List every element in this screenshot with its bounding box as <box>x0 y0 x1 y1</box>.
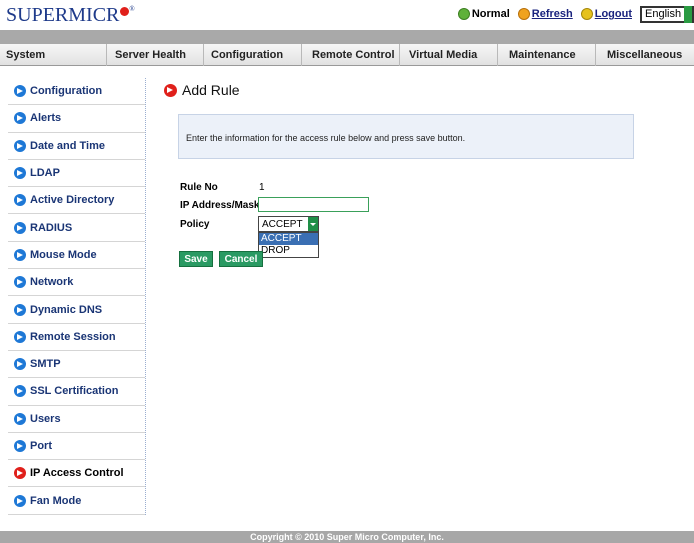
sidebar-item-smtp[interactable]: SMTP <box>8 351 145 379</box>
page-title: Add Rule <box>164 82 240 98</box>
menu-virtual-media[interactable]: Virtual Media <box>399 44 497 66</box>
arrow-right-icon <box>14 112 26 125</box>
logout-link[interactable]: Logout <box>580 8 632 20</box>
sidebar: Configuration Alerts Date and Time LDAP … <box>8 78 146 515</box>
sidebar-item-ldap[interactable]: LDAP <box>8 160 145 188</box>
sidebar-item-network[interactable]: Network <box>8 269 145 297</box>
arrow-right-icon <box>164 83 177 97</box>
policy-label: Policy <box>180 219 210 230</box>
policy-option-drop[interactable]: DROP <box>259 245 318 257</box>
policy-options-list: ACCEPT DROP <box>258 232 319 258</box>
menu-miscellaneous[interactable]: Miscellaneous <box>595 44 694 66</box>
info-text: Enter the information for the access rul… <box>186 133 466 143</box>
arrow-right-icon <box>14 85 26 98</box>
rule-no-value: 1 <box>259 182 265 193</box>
arrow-right-icon <box>14 194 26 207</box>
arrow-right-icon <box>14 440 26 452</box>
footer: Copyright © 2010 Super Micro Computer, I… <box>0 531 694 543</box>
refresh-icon <box>517 8 530 20</box>
logout-label[interactable]: Logout <box>595 8 632 20</box>
sidebar-item-ip-access-control[interactable]: IP Access Control <box>8 460 145 488</box>
policy-selected-value: ACCEPT <box>262 218 303 230</box>
sidebar-item-mouse-mode[interactable]: Mouse Mode <box>8 242 145 270</box>
logo-text: SUPERMICR <box>6 4 120 26</box>
copyright-text: Copyright © 2010 Super Micro Computer, I… <box>250 532 444 542</box>
sidebar-item-ssl-certification[interactable]: SSL Certification <box>8 378 145 406</box>
sidebar-item-alerts[interactable]: Alerts <box>8 105 145 133</box>
status-label: Normal <box>471 8 510 20</box>
header-strip <box>0 30 694 44</box>
logo-registered-mark: ® <box>129 5 135 13</box>
arrow-right-icon <box>14 276 26 289</box>
arrow-right-icon <box>14 494 26 507</box>
menu-server-health[interactable]: Server Health <box>106 44 203 66</box>
supermicro-logo: SUPERMICR ® <box>6 4 135 27</box>
sidebar-item-active-directory[interactable]: Active Directory <box>8 187 145 215</box>
arrow-right-icon <box>14 303 26 316</box>
arrow-right-icon <box>14 330 26 343</box>
sidebar-item-configuration[interactable]: Configuration <box>8 78 145 106</box>
menu-maintenance[interactable]: Maintenance <box>497 44 595 66</box>
menu-system[interactable]: System <box>0 44 106 66</box>
status-indicator: Normal <box>457 8 510 20</box>
sidebar-item-dynamic-dns[interactable]: Dynamic DNS <box>8 296 145 324</box>
arrow-right-icon <box>14 167 26 180</box>
cancel-button[interactable]: Cancel <box>219 251 263 267</box>
language-dropdown-icon[interactable] <box>684 5 692 23</box>
arrow-right-icon <box>14 412 26 425</box>
arrow-right-icon <box>14 385 26 398</box>
arrow-right-icon <box>14 248 26 261</box>
arrow-right-icon <box>14 139 26 152</box>
info-box: Enter the information for the access rul… <box>178 114 634 159</box>
main-menu: System Server Health Configuration Remot… <box>0 44 694 66</box>
sidebar-item-port[interactable]: Port <box>8 433 145 461</box>
ip-address-label: IP Address/Mask <box>180 200 260 211</box>
language-select[interactable]: English <box>640 5 694 23</box>
header: SUPERMICR ® Normal Refresh Logout English <box>0 0 694 28</box>
page-title-text: Add Rule <box>182 82 240 98</box>
chevron-down-icon[interactable] <box>308 217 318 231</box>
sidebar-item-fan-mode[interactable]: Fan Mode <box>8 487 145 515</box>
language-value: English <box>645 8 682 20</box>
logout-icon <box>580 8 593 20</box>
menu-remote-control[interactable]: Remote Control <box>301 44 399 66</box>
policy-option-accept[interactable]: ACCEPT <box>259 233 318 245</box>
check-icon <box>457 8 470 20</box>
rule-no-label: Rule No <box>180 182 218 193</box>
sidebar-item-users[interactable]: Users <box>8 406 145 433</box>
arrow-right-icon <box>14 221 26 234</box>
menu-configuration[interactable]: Configuration <box>203 44 301 66</box>
sidebar-item-radius[interactable]: RADIUS <box>8 214 145 242</box>
save-button[interactable]: Save <box>179 251 213 267</box>
sidebar-item-remote-session[interactable]: Remote Session <box>8 324 145 351</box>
ip-address-input[interactable] <box>258 197 369 212</box>
refresh-link[interactable]: Refresh <box>517 8 573 20</box>
sidebar-item-date-and-time[interactable]: Date and Time <box>8 133 145 160</box>
header-actions: Normal Refresh Logout English <box>457 5 694 23</box>
arrow-right-active-icon <box>14 467 26 480</box>
refresh-label[interactable]: Refresh <box>532 8 573 20</box>
arrow-right-icon <box>14 358 26 371</box>
policy-select[interactable]: ACCEPT <box>258 216 319 232</box>
